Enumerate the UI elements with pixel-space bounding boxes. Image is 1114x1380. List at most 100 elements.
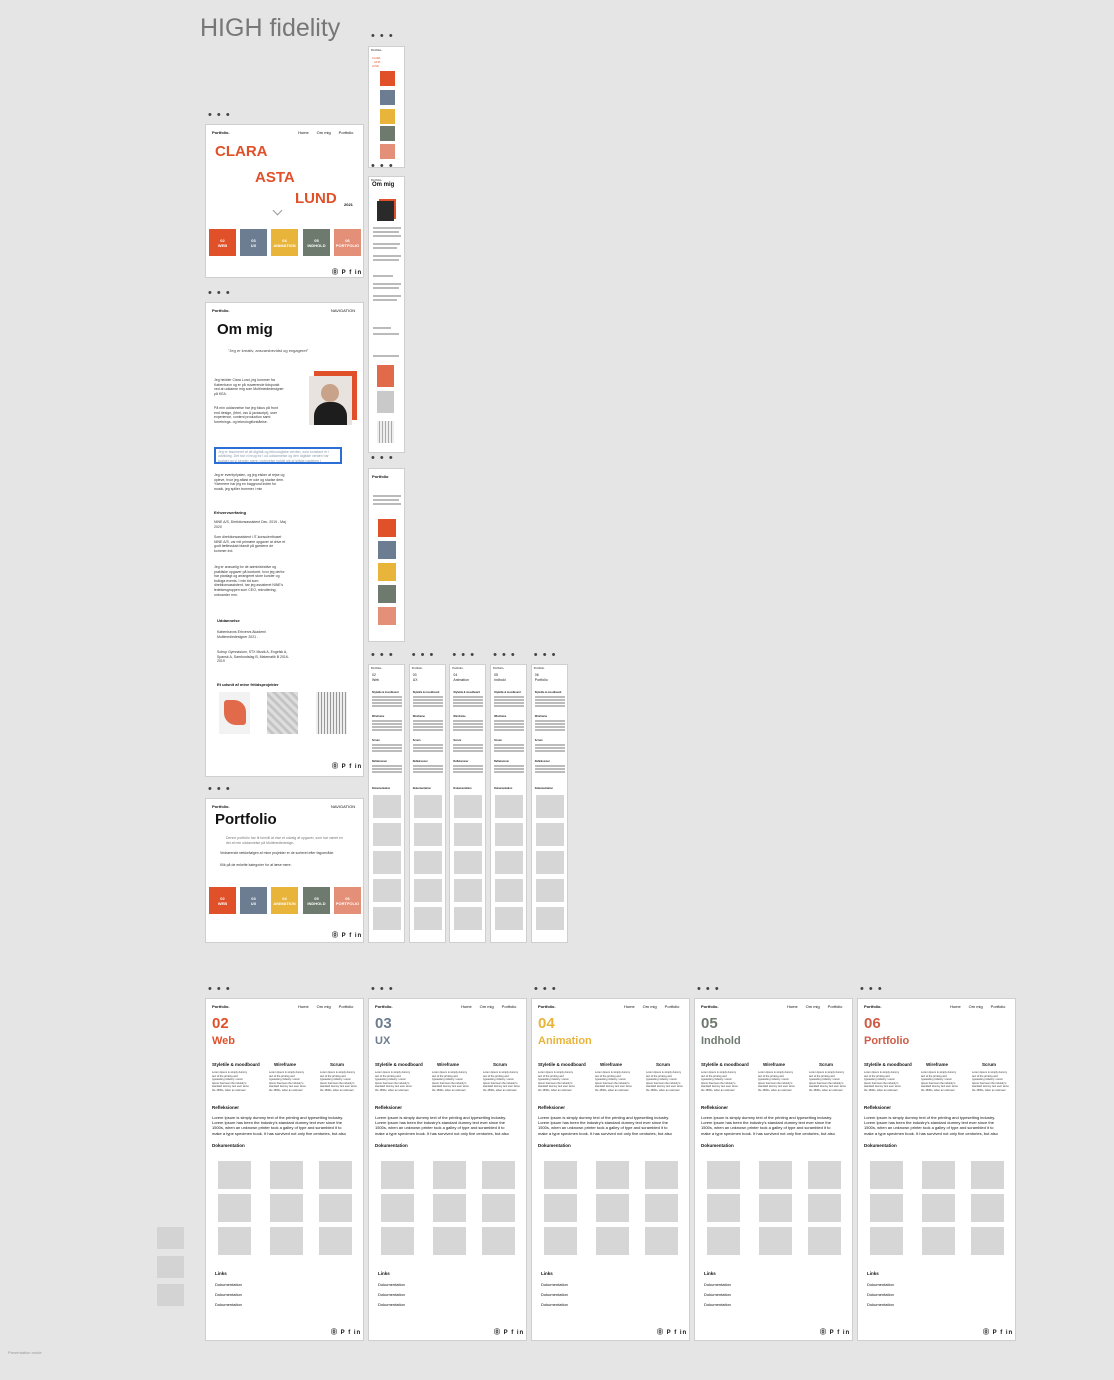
project-image[interactable] <box>377 421 394 443</box>
site-logo[interactable]: Portfolio. <box>371 667 382 670</box>
frame-menu-dots[interactable]: • • • <box>371 650 394 661</box>
nav-about[interactable]: Om mig <box>317 1004 331 1009</box>
frame-menu-dots[interactable]: • • • <box>371 984 394 995</box>
frame-menu-dots[interactable]: • • • <box>208 784 231 795</box>
documentation-image[interactable] <box>454 823 483 846</box>
documentation-link[interactable]: Dokumentation <box>704 1292 731 1297</box>
mobile-subject-frame-web[interactable]: Portfolio. 02 Web Styletile & moodboard Wire… <box>368 664 405 943</box>
frame-menu-dots[interactable]: • • • <box>534 650 557 661</box>
documentation-link[interactable]: Dokumentation <box>704 1282 731 1287</box>
social-icons[interactable]: ⓪ P f in <box>331 1327 361 1336</box>
documentation-image[interactable] <box>596 1194 629 1222</box>
documentation-link[interactable]: Dokumentation <box>541 1282 568 1287</box>
tile-portfolio[interactable]: 06 PORTFOLIO <box>334 887 361 914</box>
frame-menu-dots[interactable]: • • • <box>493 650 516 661</box>
site-logo[interactable]: Portfolio. <box>493 667 504 670</box>
mobile-about-frame[interactable]: Portfolio. Om mig <box>368 176 405 453</box>
documentation-link[interactable]: Dokumentation <box>867 1292 894 1297</box>
tile-ux[interactable] <box>378 541 396 559</box>
documentation-image[interactable] <box>373 851 401 874</box>
site-logo[interactable]: Portfolio. <box>864 1004 882 1009</box>
documentation-image[interactable] <box>645 1161 678 1189</box>
documentation-image[interactable] <box>645 1227 678 1255</box>
project-image[interactable] <box>219 692 250 734</box>
documentation-image[interactable] <box>413 851 442 874</box>
documentation-image[interactable] <box>808 1227 841 1255</box>
nav-about[interactable]: Om mig <box>480 1004 494 1009</box>
nav-home[interactable]: Home <box>787 1004 798 1009</box>
documentation-image[interactable] <box>319 1194 352 1222</box>
documentation-image[interactable] <box>482 1194 515 1222</box>
documentation-image[interactable] <box>413 907 442 930</box>
nav-toggle[interactable]: NAVIGATION <box>331 308 355 313</box>
frame-menu-dots[interactable]: • • • <box>208 288 231 299</box>
documentation-image[interactable] <box>759 1161 792 1189</box>
highlight-text[interactable]: Jeg er fascineret af alt digitalt og tek… <box>214 447 342 464</box>
documentation-image[interactable] <box>413 795 442 818</box>
frame-menu-dots[interactable]: • • • <box>534 984 557 995</box>
tile-web[interactable]: 02 WEB <box>209 887 236 914</box>
documentation-image[interactable] <box>270 1227 303 1255</box>
documentation-image[interactable] <box>870 1227 903 1255</box>
documentation-image[interactable] <box>373 879 401 902</box>
documentation-image[interactable] <box>535 851 564 874</box>
documentation-link[interactable]: Dokumentation <box>215 1282 242 1287</box>
nav-home[interactable]: Home <box>950 1004 961 1009</box>
nav-portfolio[interactable]: Portfolio <box>339 130 354 135</box>
documentation-image[interactable] <box>870 1194 903 1222</box>
documentation-image[interactable] <box>971 1161 1004 1189</box>
documentation-image[interactable] <box>544 1161 577 1189</box>
documentation-image[interactable] <box>707 1227 740 1255</box>
documentation-image[interactable] <box>270 1194 303 1222</box>
documentation-image[interactable] <box>596 1227 629 1255</box>
documentation-link[interactable]: Dokumentation <box>378 1282 405 1287</box>
documentation-link[interactable]: Dokumentation <box>541 1302 568 1307</box>
documentation-image[interactable] <box>454 795 483 818</box>
tile-indhold[interactable] <box>378 585 396 603</box>
documentation-image[interactable] <box>218 1161 251 1189</box>
documentation-image[interactable] <box>433 1161 466 1189</box>
tile-portfolio[interactable] <box>378 607 396 625</box>
subject-frame-portfolio[interactable]: Portfolio. Home Om mig Portfolio 06 Portfolio… <box>857 998 1016 1341</box>
mobile-subject-frame-animation[interactable]: Portfolio. 04 Animation Styletile & moodboa… <box>449 664 487 943</box>
documentation-image[interactable] <box>759 1227 792 1255</box>
nav-home[interactable]: Home <box>624 1004 635 1009</box>
mobile-subject-frame-ux[interactable]: Portfolio. 03 UX Styletile & moodboard Wiref… <box>408 664 446 943</box>
nav-about[interactable]: Om mig <box>643 1004 657 1009</box>
documentation-image[interactable] <box>381 1161 414 1189</box>
subject-frame-ux[interactable]: Portfolio. Home Om mig Portfolio 03 UX Styleti… <box>368 998 527 1341</box>
landing-frame[interactable]: Portfolio. Home Om mig Portfolio CLARA A… <box>205 124 364 278</box>
documentation-image[interactable] <box>645 1194 678 1222</box>
mobile-landing-frame[interactable]: Portfolio. CLARA ASTA LUND <box>368 46 405 168</box>
social-icons[interactable]: ⓪ P f in <box>820 1327 850 1336</box>
documentation-link[interactable]: Dokumentation <box>867 1302 894 1307</box>
site-logo[interactable]: Portfolio. <box>701 1004 719 1009</box>
tile-portfolio[interactable] <box>380 144 395 159</box>
tile-animation[interactable]: 04 ANIMATION <box>271 229 298 256</box>
documentation-image[interactable] <box>544 1227 577 1255</box>
documentation-link[interactable]: Dokumentation <box>215 1302 242 1307</box>
documentation-image[interactable] <box>808 1161 841 1189</box>
nav-home[interactable]: Home <box>298 1004 309 1009</box>
documentation-image[interactable] <box>413 879 442 902</box>
documentation-image[interactable] <box>544 1194 577 1222</box>
documentation-link[interactable]: Dokumentation <box>867 1282 894 1287</box>
documentation-image[interactable] <box>922 1194 955 1222</box>
documentation-image[interactable] <box>373 907 401 930</box>
tile-ux[interactable] <box>380 90 395 105</box>
tile-web[interactable]: 02 WEB <box>209 229 236 256</box>
nav-portfolio[interactable]: Portfolio <box>991 1004 1006 1009</box>
frame-menu-dots[interactable]: • • • <box>208 110 231 121</box>
documentation-link[interactable]: Dokumentation <box>378 1292 405 1297</box>
nav-portfolio[interactable]: Portfolio <box>339 1004 354 1009</box>
documentation-image[interactable] <box>535 879 564 902</box>
documentation-image[interactable] <box>922 1227 955 1255</box>
documentation-image[interactable] <box>535 907 564 930</box>
documentation-image[interactable] <box>759 1194 792 1222</box>
project-image[interactable] <box>377 365 394 387</box>
tile-indhold[interactable]: 05 INDHOLD <box>303 887 330 914</box>
documentation-image[interactable] <box>870 1161 903 1189</box>
subject-frame-web[interactable]: Portfolio. Home Om mig Portfolio 02 Web Stylet… <box>205 998 364 1341</box>
tile-ux[interactable]: 03 UX <box>240 229 267 256</box>
documentation-image[interactable] <box>535 823 564 846</box>
